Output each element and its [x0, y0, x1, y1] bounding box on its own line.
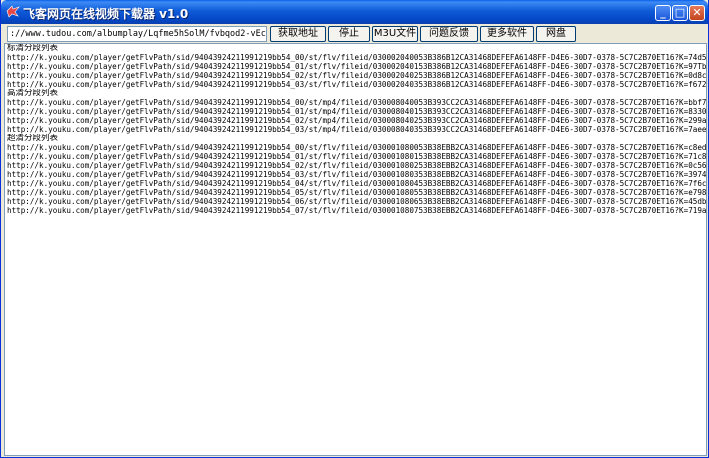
section-header-uhd: 超清分段列表: [7, 134, 59, 143]
url-line: http://k.youku.com/player/getFlvPath/sid…: [7, 170, 707, 179]
url-line: http://k.youku.com/player/getFlvPath/sid…: [7, 179, 707, 188]
section-header-sd: 标清分段列表: [7, 44, 59, 53]
url-line: http://k.youku.com/player/getFlvPath/sid…: [7, 53, 707, 62]
url-line: http://k.youku.com/player/getFlvPath/sid…: [7, 206, 707, 215]
minimize-button[interactable]: _: [655, 5, 671, 21]
url-line: http://k.youku.com/player/getFlvPath/sid…: [7, 62, 707, 71]
url-line: http://k.youku.com/player/getFlvPath/sid…: [7, 143, 707, 152]
url-line: http://k.youku.com/player/getFlvPath/sid…: [7, 197, 707, 206]
url-line: http://k.youku.com/player/getFlvPath/sid…: [7, 98, 707, 107]
close-button[interactable]: ✕: [689, 5, 705, 21]
window-title: 飞客网页在线视频下载器 v1.0: [23, 7, 189, 21]
url-line: http://k.youku.com/player/getFlvPath/sid…: [7, 125, 707, 134]
url-input[interactable]: ://www.tudou.com/albumplay/Lqfme5hSolM/f…: [7, 26, 267, 42]
output-textarea[interactable]: 标清分段列表 http://k.youku.com/player/getFlvP…: [4, 43, 707, 456]
section-header-hd: 高清分段列表: [7, 89, 59, 98]
url-line: http://k.youku.com/player/getFlvPath/sid…: [7, 107, 707, 116]
toolbar: ://www.tudou.com/albumplay/Lqfme5hSolM/f…: [4, 26, 706, 42]
more-software-button[interactable]: 更多软件: [480, 26, 534, 42]
maximize-button[interactable]: □: [672, 5, 688, 21]
title-bar[interactable]: 飞客网页在线视频下载器 v1.0 _ □ ✕: [1, 0, 708, 24]
url-line: http://k.youku.com/player/getFlvPath/sid…: [7, 116, 707, 125]
url-line: http://k.youku.com/player/getFlvPath/sid…: [7, 80, 707, 89]
app-icon: [6, 5, 20, 18]
feedback-button[interactable]: 问题反馈: [420, 26, 478, 42]
m3u-file-button[interactable]: M3U文件: [372, 26, 418, 42]
stop-button[interactable]: 停止: [328, 26, 370, 42]
url-line: http://k.youku.com/player/getFlvPath/sid…: [7, 71, 707, 80]
url-line: http://k.youku.com/player/getFlvPath/sid…: [7, 161, 707, 170]
url-line: http://k.youku.com/player/getFlvPath/sid…: [7, 188, 707, 197]
netdisk-button[interactable]: 网盘: [536, 26, 576, 42]
app-window: 飞客网页在线视频下载器 v1.0 _ □ ✕ ://www.tudou.com/…: [0, 0, 709, 458]
url-line: http://k.youku.com/player/getFlvPath/sid…: [7, 152, 707, 161]
fetch-address-button[interactable]: 获取地址: [270, 26, 326, 42]
